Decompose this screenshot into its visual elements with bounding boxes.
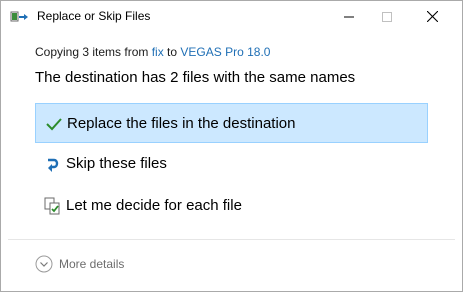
more-details-label: More details xyxy=(59,257,125,271)
copy-status-prefix: Copying 3 items from xyxy=(35,45,152,59)
chevron-down-circle-icon xyxy=(35,255,53,273)
skip-files-option[interactable]: Skip these files xyxy=(35,144,428,184)
decide-each-label: Let me decide for each file xyxy=(66,197,242,214)
footer-divider xyxy=(8,239,455,240)
skip-arrow-icon xyxy=(44,155,62,173)
source-folder-link[interactable]: fix xyxy=(152,45,164,59)
copy-status: Copying 3 items from fix to VEGAS Pro 18… xyxy=(35,45,270,59)
conflict-headline: The destination has 2 files with the sam… xyxy=(35,69,356,86)
replace-skip-dialog: Replace or Skip Files Copying 3 items fr… xyxy=(0,0,463,292)
close-icon xyxy=(426,11,438,22)
title-bar[interactable]: Replace or Skip Files xyxy=(1,1,462,32)
maximize-button[interactable] xyxy=(364,1,410,32)
minimize-icon xyxy=(344,16,354,17)
more-details-toggle[interactable]: More details xyxy=(35,254,124,274)
close-button[interactable] xyxy=(409,1,455,32)
compare-files-icon xyxy=(44,197,62,215)
decide-each-option[interactable]: Let me decide for each file xyxy=(35,186,428,226)
file-move-icon xyxy=(10,10,30,24)
checkmark-icon xyxy=(45,115,63,133)
window-title: Replace or Skip Files xyxy=(37,9,151,23)
maximize-icon xyxy=(382,11,392,22)
copy-status-middle: to xyxy=(163,45,181,59)
replace-files-option[interactable]: Replace the files in the destination xyxy=(35,103,428,143)
replace-files-label: Replace the files in the destination xyxy=(67,115,296,132)
destination-folder-link[interactable]: VEGAS Pro 18.0 xyxy=(180,45,270,59)
skip-files-label: Skip these files xyxy=(66,155,167,172)
